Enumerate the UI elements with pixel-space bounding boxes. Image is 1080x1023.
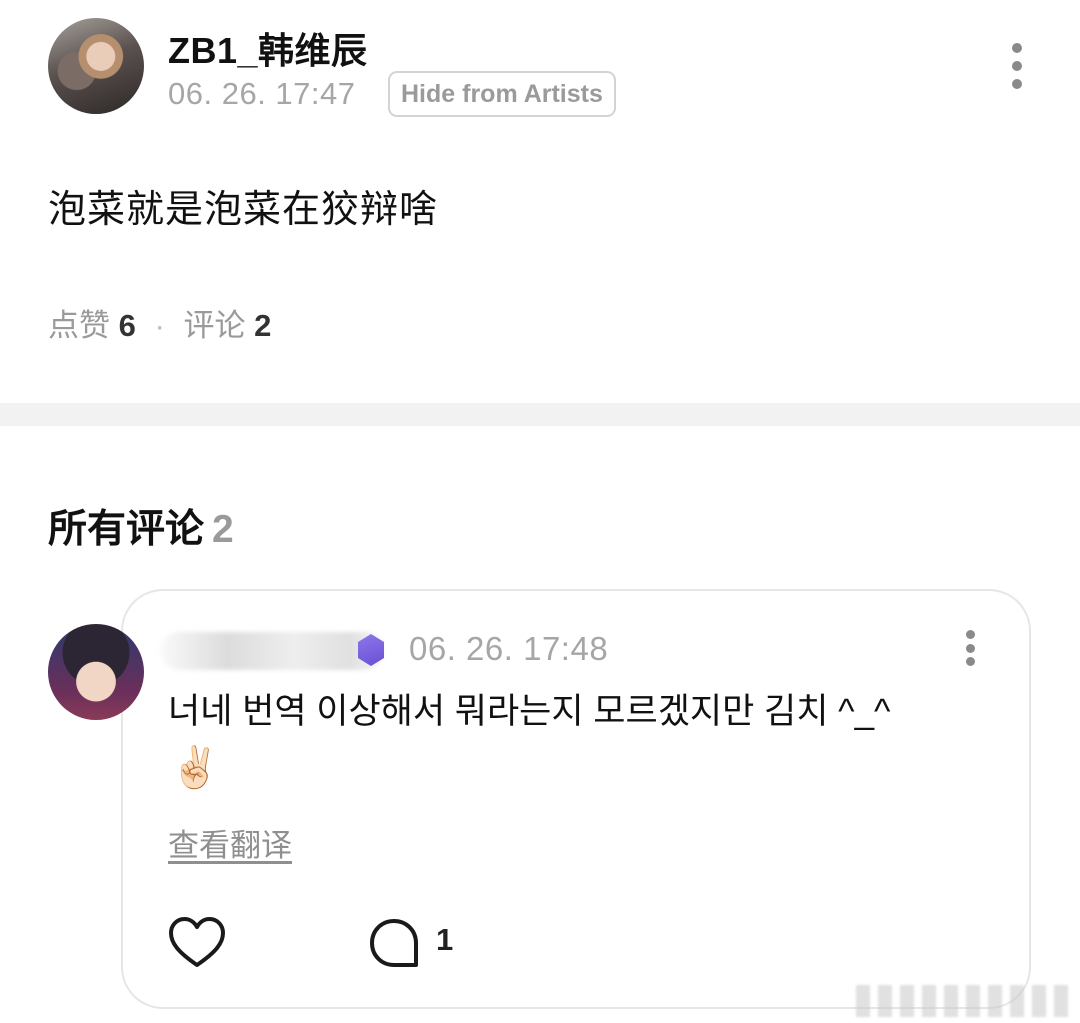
- dot: [1012, 79, 1022, 89]
- hide-from-artists-button[interactable]: Hide from Artists: [388, 71, 616, 117]
- stats-separator: ·: [154, 308, 165, 343]
- view-translation-link[interactable]: 查看翻译: [168, 820, 292, 865]
- comments-section-title: 所有评论 2: [48, 498, 234, 554]
- comments-label: 评论: [183, 308, 246, 343]
- comments-title-label: 所有评论: [48, 508, 205, 551]
- comment-author-name-blurred[interactable]: [160, 632, 384, 670]
- post: ZB1_韩维辰 06. 26. 17:47 Hide from Artists …: [0, 0, 1080, 403]
- dot: [965, 657, 975, 666]
- comment-body-text: 너네 번역 이상해서 뭐라는지 모르겠지만 김치 ^_^: [168, 692, 891, 731]
- post-author-name[interactable]: ZB1_韩维辰: [168, 22, 368, 74]
- post-stats: 点赞 6 · 评论 2: [48, 300, 271, 345]
- likes-count: 6: [118, 308, 136, 343]
- comment-author-avatar[interactable]: [48, 624, 144, 720]
- watermark: [856, 985, 1074, 1017]
- post-author-avatar[interactable]: [48, 18, 144, 114]
- post-timestamp: 06. 26. 17:47: [168, 76, 356, 111]
- post-body-text: 泡菜就是泡菜在狡辩啥: [48, 189, 439, 231]
- victory-hand-emoji: ✌🏻: [170, 746, 220, 790]
- dot: [1012, 61, 1022, 71]
- comment-more-options-icon[interactable]: [955, 630, 985, 666]
- speech-bubble-icon[interactable]: [368, 917, 420, 969]
- comment-timestamp: 06. 26. 17:48: [409, 630, 609, 667]
- heart-icon[interactable]: [168, 916, 226, 970]
- dot: [965, 630, 975, 639]
- post-more-options-icon[interactable]: [1002, 43, 1032, 89]
- dot: [965, 643, 975, 653]
- section-divider: [0, 403, 1080, 426]
- dot: [1012, 43, 1022, 53]
- reply-count: 1: [436, 922, 454, 957]
- comments-count: 2: [254, 308, 272, 343]
- comments-total-count: 2: [212, 508, 234, 551]
- likes-label: 点赞: [48, 308, 110, 343]
